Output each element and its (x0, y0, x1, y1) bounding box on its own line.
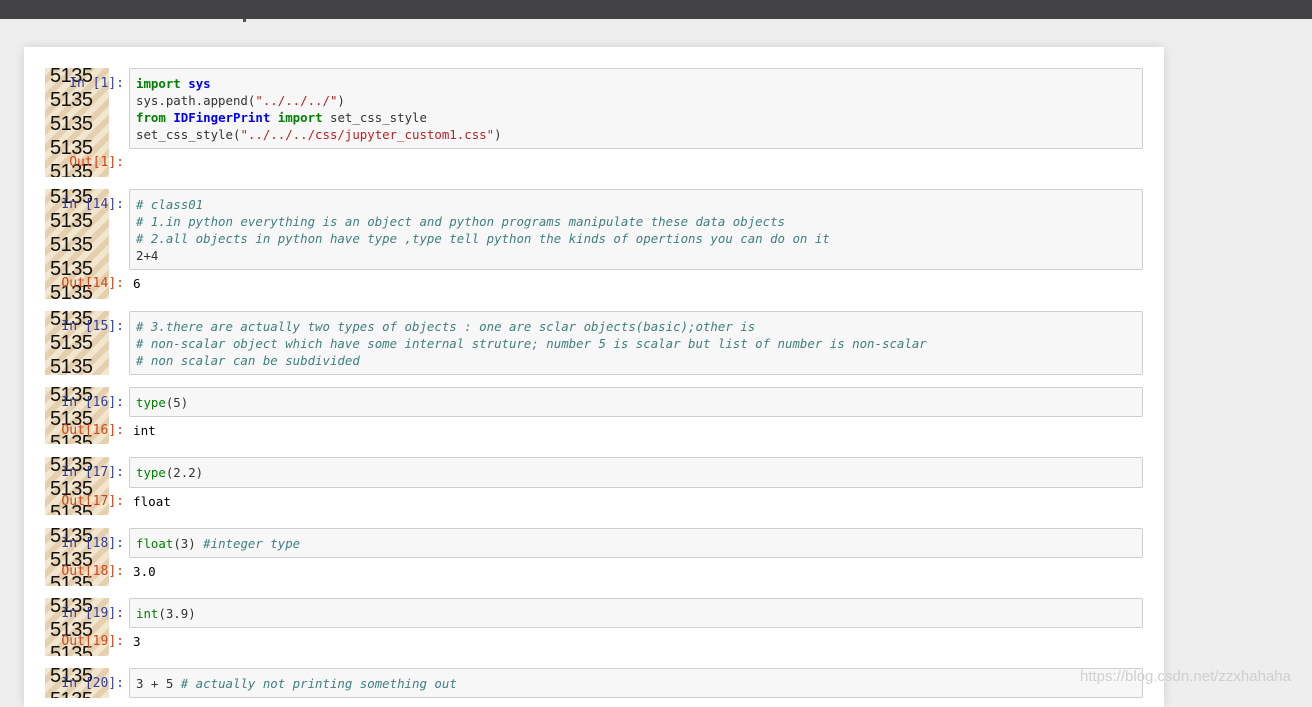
code-line: import sys (136, 75, 211, 92)
code-token: import (136, 76, 181, 91)
out-prompt: Out[19]: (61, 634, 124, 649)
code-line: set_css_style("../../../css/jupyter_cust… (136, 126, 502, 143)
code-line: # 1.in python everything is an object an… (136, 213, 785, 230)
code-token: "../../../" (255, 93, 338, 108)
code-line: # 2.all objects in python have type ,typ… (136, 230, 830, 247)
watermark-text: 5135 (50, 690, 93, 698)
watermark-text: 5135 (50, 332, 93, 354)
code-line: # non scalar can be subdivided (136, 352, 360, 369)
code-input[interactable]: float(3) #integer type (129, 528, 1143, 558)
code-token: set_css_style( (136, 127, 241, 142)
cell-output: float (133, 494, 171, 509)
code-token: # actually not printing something out (180, 676, 457, 691)
site-watermark: https://blog.csdn.net/zzxhahaha (1080, 668, 1291, 685)
code-input[interactable]: import sys sys.path.append("../../../") fr… (129, 68, 1143, 149)
code-token: sys.path.append( (136, 93, 256, 108)
code-token: IDFingerPrint (173, 110, 271, 125)
code-line: int(3.9) (136, 605, 196, 622)
watermark-text: 5135 (50, 89, 93, 111)
code-line: from IDFingerPrint import set_css_style (136, 109, 427, 126)
code-token: sys (188, 76, 211, 91)
code-token: (5) (165, 395, 189, 410)
code-input[interactable]: # 3.there are actually two types of obje… (129, 311, 1143, 375)
code-token: "../../../css/jupyter_custom1.css" (240, 127, 495, 142)
code-input[interactable]: type(5) (129, 387, 1143, 417)
cell-output: 3 (133, 634, 141, 649)
in-prompt: In [14]: (61, 197, 124, 212)
code-token: set_css_style (322, 110, 427, 125)
code-token: # 3.there are actually two types of obje… (136, 319, 756, 334)
code-token: float (136, 536, 174, 551)
cell-output: 3.0 (133, 564, 156, 579)
code-line: # class01 (136, 196, 203, 213)
in-prompt: In [1]: (69, 76, 124, 91)
code-token: # 2.all objects in python have type ,typ… (136, 231, 830, 246)
code-token: from (136, 110, 166, 125)
code-token: (3) (173, 536, 204, 551)
out-prompt: Out[16]: (61, 423, 124, 438)
code-token: import (277, 110, 323, 125)
toolbar-marker (243, 19, 246, 22)
code-line: float(3) #integer type (136, 535, 300, 552)
code-input[interactable]: # class01 # 1.in python everything is an … (129, 189, 1143, 270)
watermark-text: 5135 (50, 356, 93, 375)
code-token: # non scalar can be subdivided (136, 353, 360, 368)
out-prompt: Out[14]: (61, 276, 124, 291)
watermark-text: 5135 (50, 210, 93, 232)
code-token: ) (337, 93, 345, 108)
code-line: sys.path.append("../../../") (136, 92, 345, 109)
code-line: type(5) (136, 394, 188, 411)
in-prompt: In [18]: (61, 536, 124, 551)
out-prompt: Out[18]: (61, 564, 124, 579)
watermark-text: 5135 (50, 234, 93, 256)
in-prompt: In [19]: (61, 606, 124, 621)
code-token: #integer type (203, 536, 301, 551)
code-token: ) (494, 127, 502, 142)
cell-output: int (133, 423, 156, 438)
code-input[interactable]: type(2.2) (129, 457, 1143, 488)
in-prompt: In [15]: (61, 319, 124, 334)
watermark-text: 5135 (50, 113, 93, 135)
code-line: 2+4 (136, 247, 158, 264)
code-token: int (136, 606, 159, 621)
cell-output: 6 (133, 276, 141, 291)
in-prompt: In [20]: (61, 676, 124, 691)
top-toolbar (0, 0, 1312, 22)
code-line: type(2.2) (136, 464, 203, 481)
code-token: 2+4 (136, 248, 159, 263)
code-token: (2.2) (165, 465, 204, 480)
code-line: # 3.there are actually two types of obje… (136, 318, 755, 335)
in-prompt: In [17]: (61, 465, 124, 480)
code-line: # non-scalar object which have some inte… (136, 335, 927, 352)
code-token: (3.9) (158, 606, 196, 621)
code-input[interactable]: int(3.9) (129, 598, 1143, 628)
code-token: 3 + 5 (136, 676, 181, 691)
code-token: # 1.in python everything is an object an… (136, 214, 786, 229)
code-token: # class01 (136, 197, 204, 212)
out-prompt: Out[1]: (69, 155, 124, 170)
code-token: type (136, 395, 166, 410)
in-prompt: In [16]: (61, 395, 124, 410)
out-prompt: Out[17]: (61, 494, 124, 509)
code-token: type (136, 465, 166, 480)
code-token: # non-scalar object which have some inte… (136, 336, 927, 351)
code-line: 3 + 5 # actually not printing something … (136, 675, 457, 692)
